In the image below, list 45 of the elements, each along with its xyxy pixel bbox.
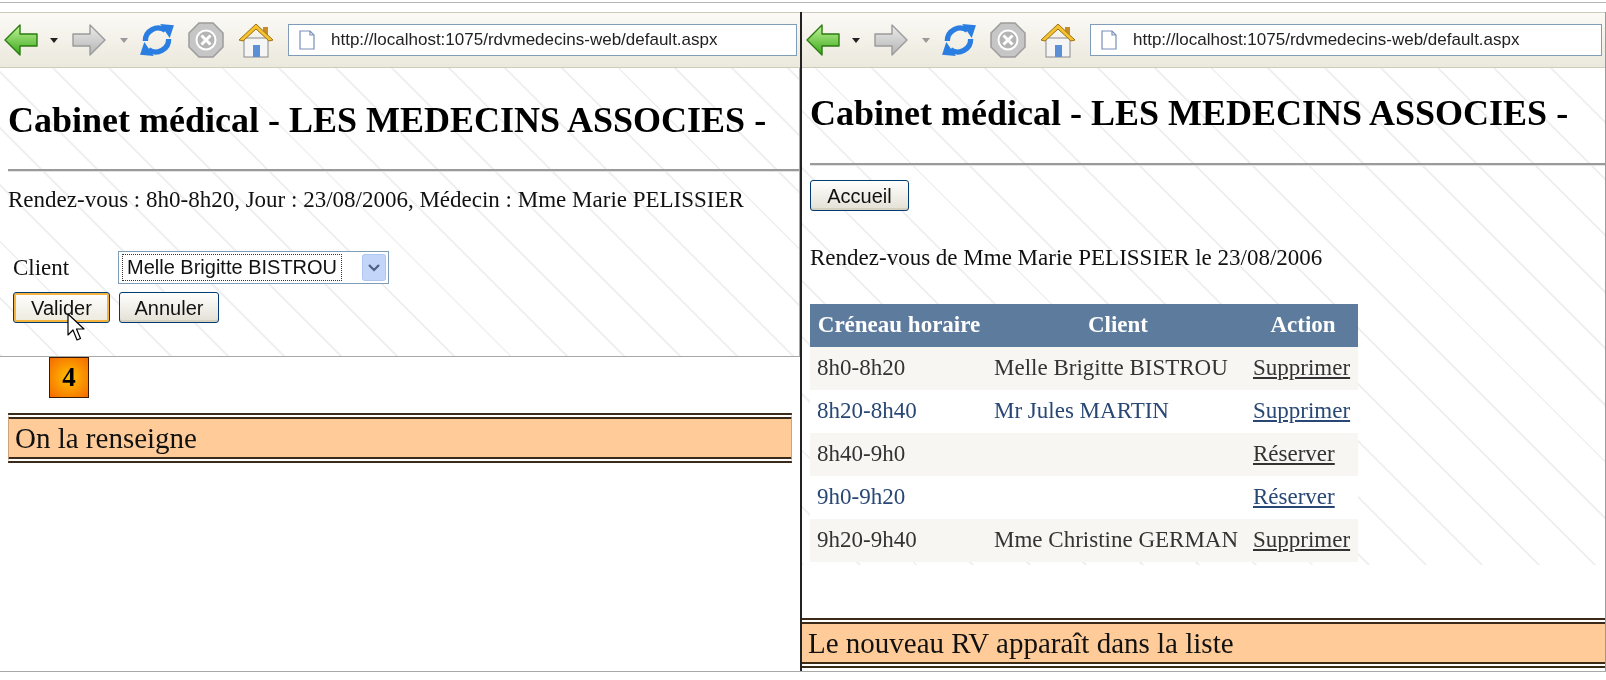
column-header: Client bbox=[1087, 311, 1149, 340]
table-cell: 9h0-9h20 bbox=[817, 484, 906, 510]
table-cell: 8h0-8h20 bbox=[817, 355, 906, 381]
caption-banner: On la renseigne bbox=[8, 413, 792, 463]
address-field[interactable]: http://localhost:1075/rdvmedecins-web/default.aspx bbox=[288, 24, 797, 56]
stop-icon[interactable] bbox=[188, 22, 224, 58]
column-header: Créneau horaire bbox=[817, 311, 981, 340]
forward-arrow-icon[interactable] bbox=[874, 24, 908, 56]
table-cell: Melle Brigitte BISTROU bbox=[994, 355, 1228, 381]
client-dropdown[interactable]: Melle Brigitte BISTROU bbox=[118, 251, 389, 284]
action-link[interactable]: Réserver bbox=[1253, 441, 1335, 467]
refresh-icon[interactable] bbox=[139, 22, 175, 58]
schedule-heading: Rendez-vous de Mme Marie PELISSIER le 23/08/2006 bbox=[810, 244, 1323, 272]
client-label: Client bbox=[13, 253, 71, 282]
caret-icon[interactable] bbox=[50, 37, 58, 43]
table-cell: 9h20-9h40 bbox=[817, 527, 917, 553]
page-icon bbox=[299, 30, 315, 50]
action-link[interactable]: Supprimer bbox=[1253, 398, 1351, 424]
column-header: Action bbox=[1270, 311, 1336, 340]
refresh-icon[interactable] bbox=[941, 22, 977, 58]
page-title: Cabinet médical - LES MEDECINS ASSOCIES - bbox=[810, 92, 1569, 134]
table-cell: 8h20-8h40 bbox=[817, 398, 917, 424]
home-icon[interactable] bbox=[1040, 22, 1076, 58]
page-icon bbox=[1101, 30, 1117, 50]
table-cell: Mr Jules MARTIN bbox=[994, 398, 1169, 424]
action-link[interactable]: Supprimer bbox=[1253, 355, 1351, 381]
action-link[interactable]: Supprimer bbox=[1253, 527, 1351, 553]
mouse-cursor-icon bbox=[67, 313, 85, 341]
appointment-summary: Rendez-vous : 8h0-8h20, Jour : 23/08/2006, Médecin : Mme Marie PELISSIER bbox=[8, 186, 744, 214]
table-cell: Mme Christine GERMAN bbox=[994, 527, 1239, 553]
table-cell: 8h40-9h0 bbox=[817, 441, 906, 467]
cancel-button[interactable]: Annuler bbox=[119, 292, 219, 323]
back-arrow-icon[interactable] bbox=[806, 24, 840, 56]
caption-banner: Le nouveau RV apparaît dans la liste bbox=[802, 618, 1605, 668]
home-icon[interactable] bbox=[238, 22, 274, 58]
address-field[interactable]: http://localhost:1075/rdvmedecins-web/default.aspx bbox=[1090, 24, 1602, 56]
forward-arrow-icon[interactable] bbox=[72, 24, 106, 56]
validate-button[interactable]: Valider bbox=[13, 292, 110, 323]
action-link[interactable]: Réserver bbox=[1253, 484, 1335, 510]
stop-icon[interactable] bbox=[990, 22, 1026, 58]
caret-icon[interactable] bbox=[852, 37, 860, 43]
step-badge: 4 bbox=[49, 357, 89, 398]
page-title: Cabinet médical - LES MEDECINS ASSOCIES - bbox=[8, 99, 767, 141]
home-button[interactable]: Accueil bbox=[810, 180, 909, 211]
back-arrow-icon[interactable] bbox=[4, 24, 38, 56]
